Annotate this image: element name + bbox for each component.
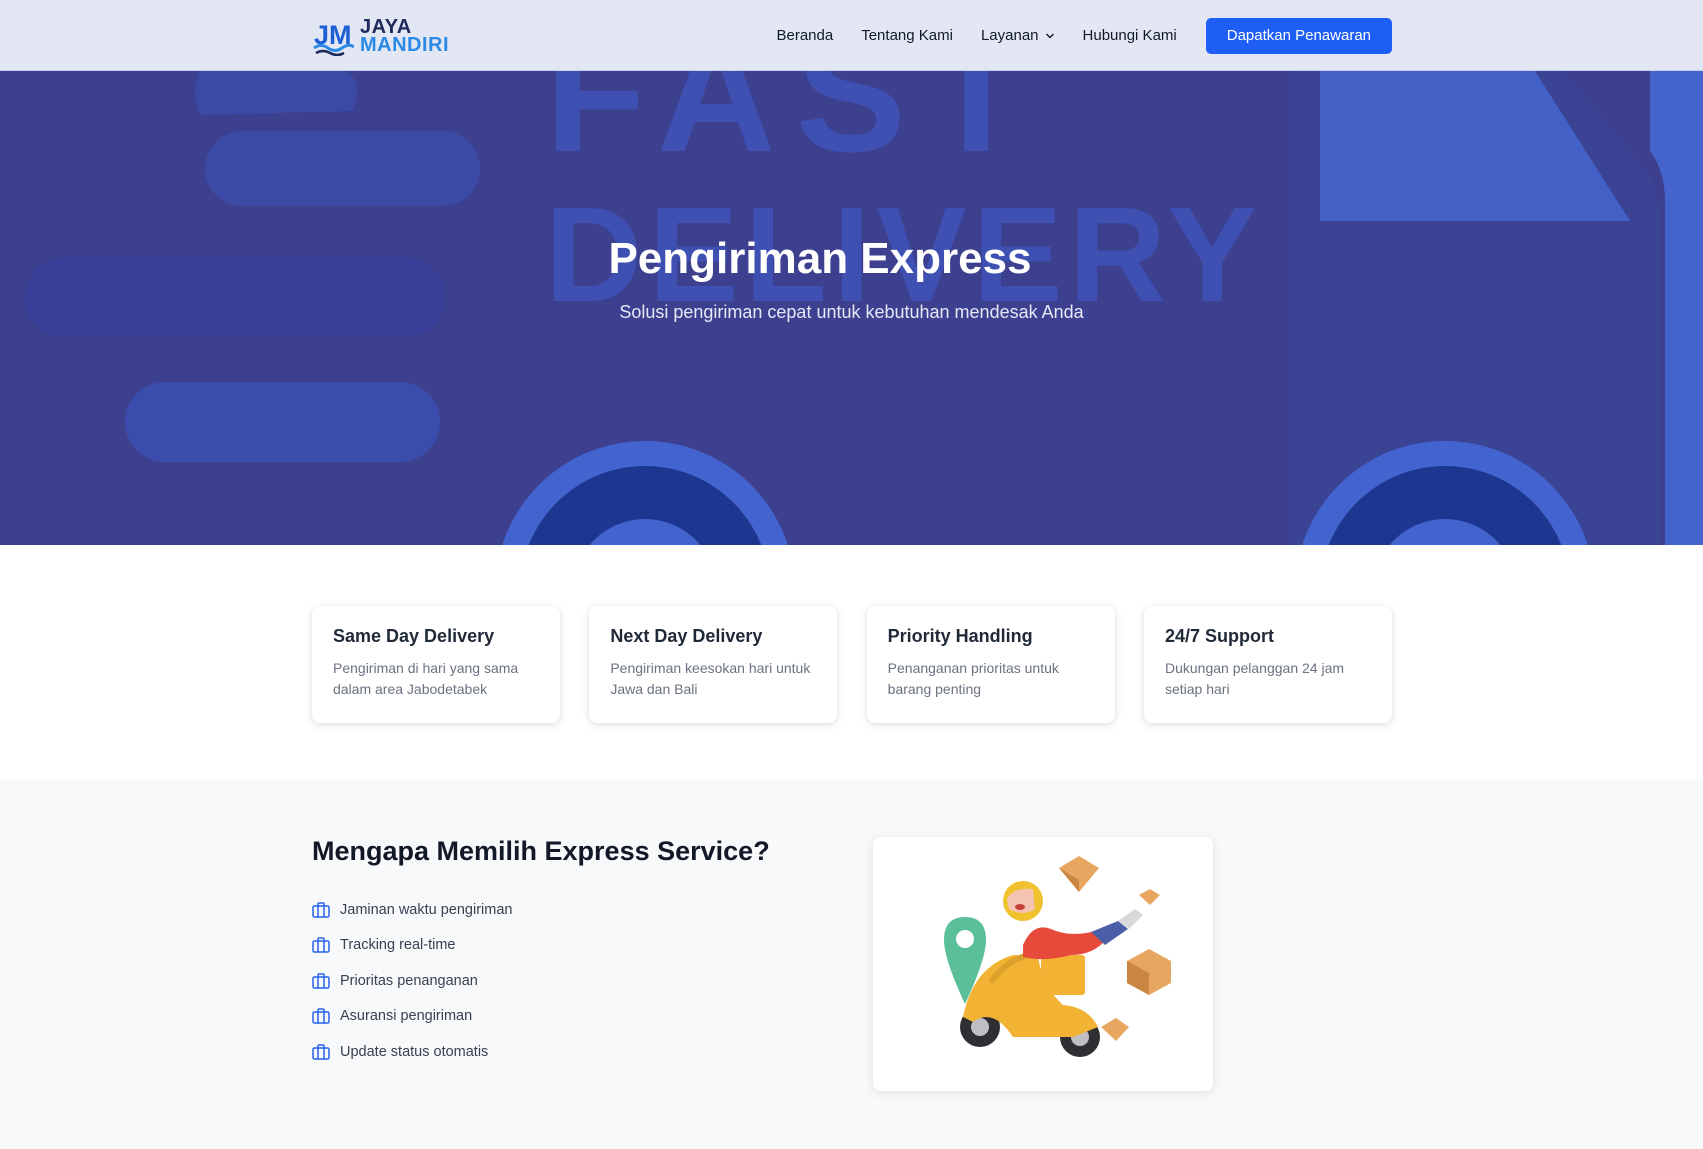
- feature-card-support: 24/7 Support Dukungan pelanggan 24 jam s…: [1143, 606, 1392, 723]
- briefcase-icon: [312, 1008, 330, 1024]
- svg-text:FAST: FAST: [545, 71, 1047, 186]
- nav-layanan[interactable]: Layanan: [981, 27, 1055, 44]
- feature-card-title: Next Day Delivery: [610, 626, 763, 646]
- hero-title: Pengiriman Express: [608, 234, 1032, 283]
- list-item: Prioritas penanganan: [312, 963, 512, 999]
- benefit-list: Jaminan waktu pengiriman Tracking real-t…: [312, 892, 512, 1070]
- chevron-down-icon: [1045, 33, 1054, 38]
- site-header: JM JAYA MANDIRI Beranda Tentang Kami Lay…: [0, 0, 1703, 71]
- logo[interactable]: JM JAYA MANDIRI: [312, 16, 449, 56]
- feature-card-title: 24/7 Support: [1164, 626, 1275, 646]
- scooter-courier-image: [944, 856, 1171, 1057]
- main-nav: Beranda Tentang Kami Layanan Hubungi Kam…: [777, 17, 1392, 54]
- why-title: Mengapa Memilih Express Service?: [312, 836, 770, 866]
- briefcase-icon: [312, 1044, 330, 1060]
- page: JM JAYA MANDIRI Beranda Tentang Kami Lay…: [0, 0, 1703, 1149]
- nav-tentang-kami[interactable]: Tentang Kami: [861, 27, 953, 44]
- logo-mark-icon: JM: [313, 20, 354, 56]
- list-item: Asuransi pengiriman: [312, 999, 512, 1035]
- feature-cards: Same Day Delivery Pengiriman di hari yan…: [312, 606, 1392, 723]
- list-item: Jaminan waktu pengiriman: [312, 892, 512, 928]
- hero-banner: FAST DELIVERY Pengiriman Express Solusi …: [0, 71, 1703, 545]
- hero-subtitle: Solusi pengiriman cepat untuk kebutuhan …: [619, 302, 1084, 322]
- feature-card-title: Same Day Delivery: [333, 626, 495, 646]
- list-item: Tracking real-time: [312, 928, 512, 964]
- nav-beranda[interactable]: Beranda: [777, 27, 834, 44]
- get-quote-button[interactable]: Dapatkan Penawaran: [1205, 17, 1392, 54]
- why-express-section: Mengapa Memilih Express Service? Jaminan…: [0, 780, 1703, 1149]
- logo-line2: MANDIRI: [360, 33, 450, 56]
- nav-hubungi-kami[interactable]: Hubungi Kami: [1083, 27, 1177, 44]
- feature-card-description: Dukungan pelanggan 24 jam setiap hari: [1164, 660, 1345, 697]
- briefcase-icon: [312, 937, 330, 953]
- feature-card-description: Pengiriman di hari yang sama dalam area …: [333, 660, 519, 697]
- feature-card-description: Pengiriman keesokan hari untuk Jawa dan …: [610, 660, 811, 697]
- briefcase-icon: [312, 973, 330, 989]
- logo-line1: JAYA: [360, 15, 412, 38]
- list-item: Update status otomatis: [312, 1034, 512, 1070]
- feature-card-same-day: Same Day Delivery Pengiriman di hari yan…: [312, 606, 560, 723]
- briefcase-icon: [312, 902, 330, 918]
- feature-card-title: Priority Handling: [887, 626, 1033, 646]
- feature-card-priority: Priority Handling Penanganan prioritas u…: [866, 606, 1115, 723]
- feature-card-description: Penanganan prioritas untuk barang pentin…: [887, 660, 1059, 697]
- courier-illustration: [873, 837, 1213, 1091]
- feature-card-next-day: Next Day Delivery Pengiriman keesokan ha…: [589, 606, 838, 723]
